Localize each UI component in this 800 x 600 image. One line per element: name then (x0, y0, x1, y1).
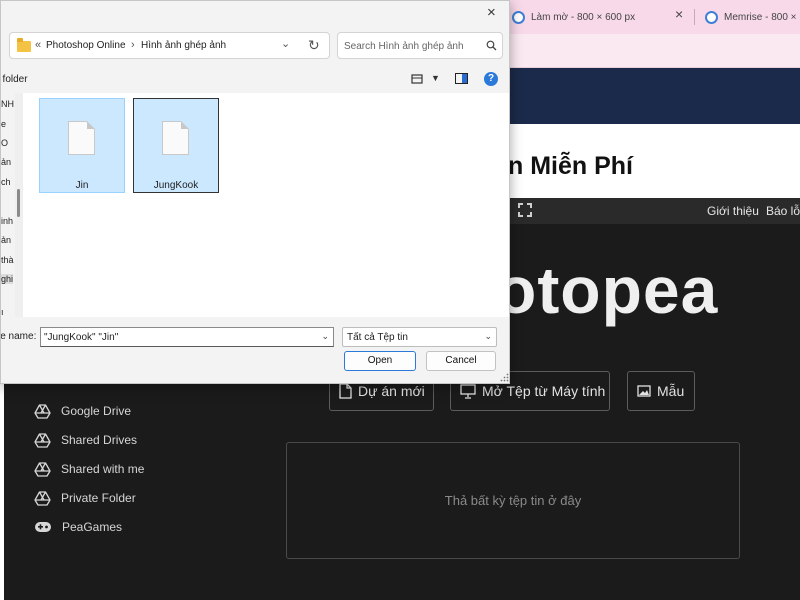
file-item-jin[interactable]: Jin (39, 98, 125, 193)
sidebar-item-shared-with-me[interactable]: Shared with me (34, 460, 144, 478)
file-name-label: le name: (0, 331, 37, 342)
file-drop-zone[interactable]: Thả bất kỳ tệp tin ở đây (286, 442, 740, 559)
button-label: Dự án mới (358, 383, 425, 399)
chevron-down-icon[interactable]: ⌄ (484, 331, 492, 342)
sidebar-item-label: PeaGames (62, 520, 123, 534)
nav-item[interactable]: ản (1, 157, 11, 167)
breadcrumb-overflow-icon[interactable]: « (35, 39, 41, 51)
file-type-select[interactable]: Tất cả Tệp tin ⌄ (342, 327, 497, 347)
chevron-down-icon[interactable]: ▼ (431, 73, 440, 83)
search-input[interactable] (344, 38, 478, 54)
help-icon[interactable]: ? (484, 72, 498, 86)
nav-item[interactable]: ı (1, 307, 4, 317)
tab-title: Memrise - 800 × (724, 11, 797, 23)
breadcrumb-separator-icon: › (131, 39, 135, 51)
browser-tab-memrise[interactable]: Memrise - 800 × (705, 6, 797, 28)
file-icon (68, 121, 95, 155)
canva-favicon-icon (512, 10, 525, 24)
cancel-button[interactable]: Cancel (426, 351, 496, 371)
file-name: Jin (75, 180, 89, 191)
image-icon (637, 385, 651, 397)
breadcrumb-item-current-folder[interactable]: Hình ảnh ghép ảnh (141, 40, 226, 51)
open-button[interactable]: Open (344, 351, 416, 371)
button-label: Mẫu (657, 383, 685, 399)
fullscreen-icon[interactable] (518, 203, 532, 217)
dialog-close-icon[interactable]: × (487, 4, 496, 21)
search-box[interactable] (337, 32, 503, 59)
navigation-pane: NH e O ản ch inh ản thà ghi ı (1, 93, 14, 317)
breadcrumb-item-photoshop-online[interactable]: Photoshop Online (46, 40, 126, 51)
nav-item[interactable]: e (1, 119, 6, 129)
nav-item[interactable]: inh (1, 216, 13, 226)
nav-scrollbar-thumb[interactable] (17, 189, 20, 217)
resize-grip-icon[interactable] (500, 373, 509, 382)
sidebar-item-label: Private Folder (61, 491, 136, 505)
page-title: n Miễn Phí (508, 152, 633, 180)
sidebar-item-google-drive[interactable]: Google Drive (34, 402, 131, 420)
button-label: Mở Tệp từ Máy tính (482, 383, 606, 399)
chevron-down-icon[interactable]: ⌄ (281, 37, 290, 50)
file-name-combobox[interactable]: ⌄ (40, 327, 334, 347)
nav-scrollbar[interactable] (15, 93, 23, 317)
new-file-icon (339, 383, 352, 399)
nav-item[interactable]: thà (1, 255, 14, 265)
drop-zone-text: Thả bất kỳ tệp tin ở đây (444, 493, 582, 508)
photopea-logo: otopea (496, 253, 719, 327)
file-item-jungkook[interactable]: JungKook (133, 98, 219, 193)
file-type-value: Tất cả Tệp tin (347, 332, 408, 343)
screen: Làm mờ - 800 × 600 px × Memrise - 800 × … (0, 0, 800, 600)
folder-icon (17, 38, 31, 52)
refresh-icon[interactable]: ↻ (308, 37, 320, 54)
file-name: JungKook (153, 180, 199, 191)
tab-separator (694, 9, 695, 25)
tab-title: Làm mờ - 800 × 600 px (531, 11, 636, 23)
drive-icon (34, 432, 51, 448)
file-name-input[interactable] (44, 331, 314, 344)
sidebar-item-peagames[interactable]: PeaGames (34, 518, 122, 536)
sidebar-item-label: Shared Drives (61, 433, 138, 447)
drive-icon (34, 403, 51, 419)
file-icon (162, 121, 189, 155)
browser-tab-lam-mo[interactable]: Làm mờ - 800 × 600 px (512, 6, 635, 28)
tab-close-icon[interactable]: × (675, 6, 683, 22)
file-open-dialog: × « Photoshop Online › Hình ảnh ghép ảnh… (0, 0, 510, 384)
nav-item[interactable]: O (1, 138, 8, 148)
monitor-icon (460, 383, 476, 399)
nav-item-selected[interactable]: ghi (1, 274, 14, 284)
new-folder-button[interactable]: / folder (1, 74, 28, 85)
search-icon[interactable] (486, 40, 497, 51)
nav-item[interactable]: ch (1, 177, 11, 187)
address-bar[interactable]: « Photoshop Online › Hình ảnh ghép ảnh ⌄… (9, 32, 330, 59)
preview-pane-icon[interactable] (455, 73, 468, 84)
nav-item[interactable]: ản (1, 235, 11, 245)
nav-item[interactable]: NH (1, 99, 14, 109)
menu-link-report-bug[interactable]: Báo lỗi (766, 204, 800, 218)
file-list[interactable]: Jin JungKook (23, 93, 509, 317)
canva-favicon-icon (705, 10, 718, 24)
templates-button[interactable]: Mẫu (627, 371, 695, 411)
view-options-icon[interactable] (411, 73, 423, 85)
sidebar-item-label: Google Drive (61, 404, 132, 418)
sidebar-item-shared-drives[interactable]: Shared Drives (34, 431, 137, 449)
chevron-down-icon[interactable]: ⌄ (321, 331, 329, 342)
sidebar-item-private-folder[interactable]: Private Folder (34, 489, 136, 507)
sidebar-item-label: Shared with me (61, 462, 145, 476)
gamepad-icon (35, 522, 51, 532)
menu-link-about[interactable]: Giới thiệu (707, 204, 759, 218)
drive-icon (34, 461, 51, 477)
drive-icon (34, 490, 51, 506)
